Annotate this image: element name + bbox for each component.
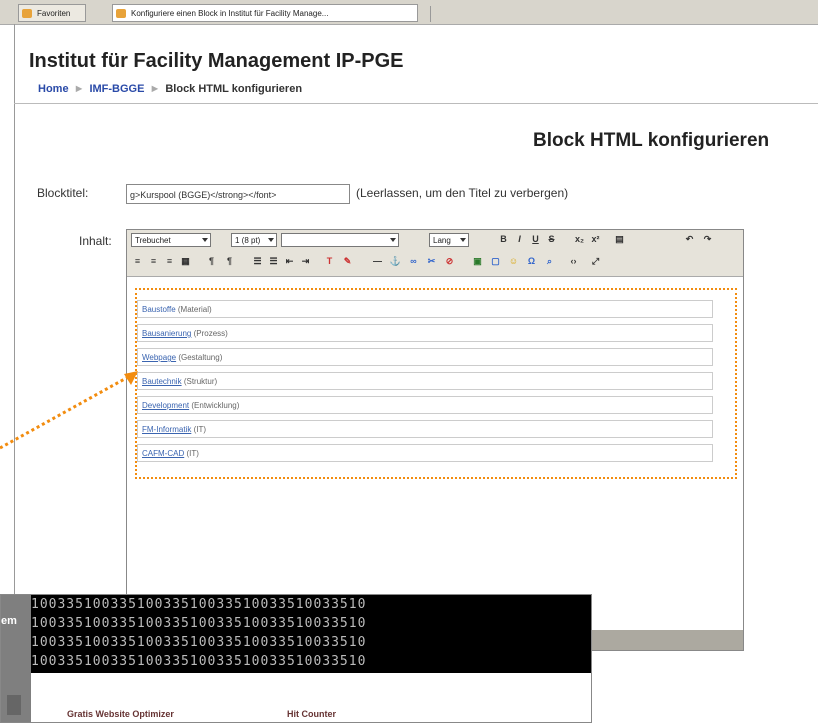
overlay-link-optimizer[interactable]: Gratis Website Optimizer bbox=[67, 709, 174, 719]
overlay-sidebar: em bbox=[1, 595, 31, 722]
digit-line: 10033510033510033510033510033510033510 bbox=[31, 616, 367, 631]
arrow-line bbox=[0, 374, 131, 450]
overlay-side-label: em bbox=[1, 615, 17, 627]
digit-banner: 10033510033510033510033510033510033510 1… bbox=[1, 595, 591, 673]
overlay-link-counter[interactable]: Hit Counter bbox=[287, 709, 336, 719]
digit-line: 10033510033510033510033510033510033510 bbox=[31, 654, 367, 669]
overlay-screenshot: 10033510033510033510033510033510033510 1… bbox=[0, 594, 592, 723]
digit-line: 10033510033510033510033510033510033510 bbox=[31, 597, 367, 612]
overlay-side-box bbox=[7, 695, 21, 715]
digit-line: 10033510033510033510033510033510033510 bbox=[31, 635, 367, 650]
